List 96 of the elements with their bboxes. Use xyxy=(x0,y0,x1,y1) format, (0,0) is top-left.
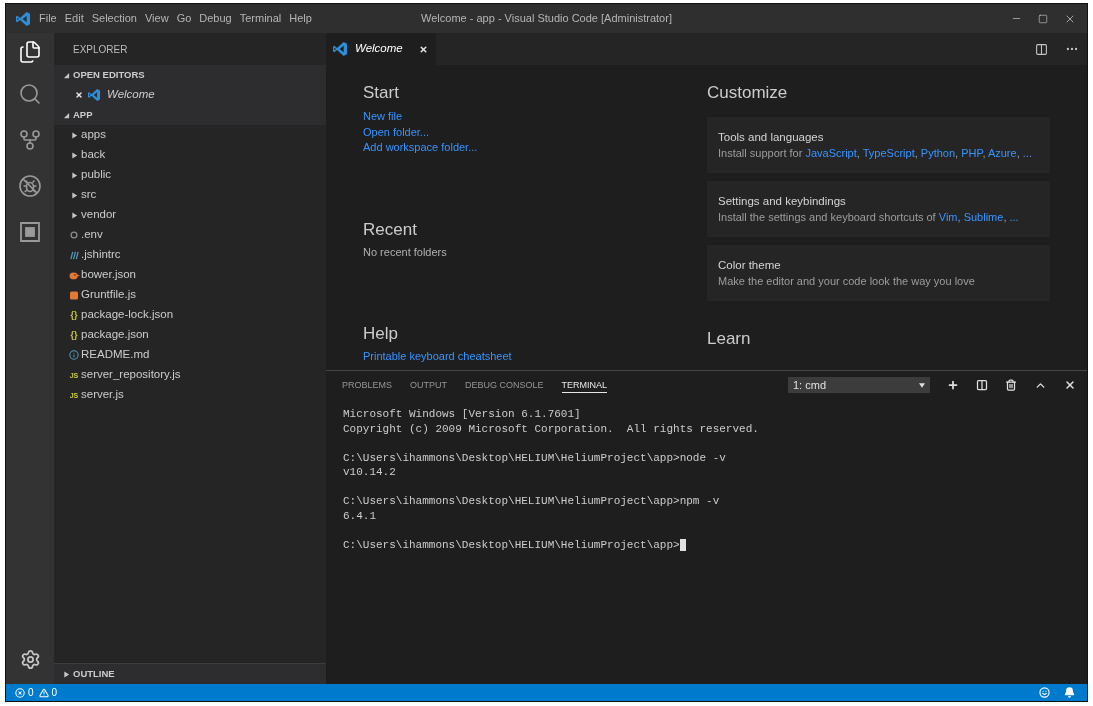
smiley-icon[interactable] xyxy=(1039,687,1050,698)
menu-item[interactable]: Terminal xyxy=(235,10,286,27)
close-icon[interactable] xyxy=(1064,379,1076,391)
tile-icon xyxy=(70,290,78,300)
terminal-line: Copyright (c) 2009 Microsoft Corporation. All rights reserved. xyxy=(343,421,759,436)
app-logo-icon xyxy=(16,11,30,26)
folder-item[interactable]: public xyxy=(54,165,326,185)
menu-item[interactable]: Go xyxy=(172,10,196,27)
bug-icon[interactable] xyxy=(18,174,42,198)
window-title: Welcome - app - Visual Studio Code [Administrator] xyxy=(421,11,672,27)
tree-item[interactable]: {} package.json xyxy=(54,325,326,345)
warning-icon[interactable] xyxy=(38,687,49,698)
caret-down-icon xyxy=(919,382,925,388)
panel-tab[interactable]: DEBUG CONSOLE xyxy=(465,377,544,393)
close-icon[interactable] xyxy=(75,91,83,99)
link[interactable]: Open folder... xyxy=(363,124,430,140)
files-icon[interactable] xyxy=(18,40,42,64)
plus-icon[interactable] xyxy=(947,379,959,391)
section-heading: Learn xyxy=(707,328,751,350)
folder-item[interactable]: apps xyxy=(54,125,326,145)
section-heading: Recent xyxy=(363,218,417,241)
link[interactable]: TypeScript xyxy=(862,147,915,159)
menu-item[interactable]: Debug xyxy=(195,10,236,27)
customize-card[interactable]: Color theme Make the editor and your code look the way you love xyxy=(707,245,1050,301)
nested-square-icon[interactable] xyxy=(18,220,42,244)
card-title: Tools and languages xyxy=(718,130,825,145)
maximize-icon[interactable] xyxy=(1038,13,1048,24)
card-description: Make the editor and your code look the way you love xyxy=(718,274,976,289)
tree-item[interactable]: {} package-lock.json xyxy=(54,305,326,325)
tree-item[interactable]: Gruntfile.js xyxy=(54,285,326,305)
link[interactable]: JavaScript xyxy=(805,147,857,159)
menu-item[interactable]: Help xyxy=(285,10,316,27)
folder-item[interactable]: src xyxy=(54,185,326,205)
error-icon[interactable] xyxy=(15,687,25,698)
section-header[interactable]: OUTLINE xyxy=(54,664,326,684)
empty-message: No recent folders xyxy=(363,244,447,260)
section-heading: Start xyxy=(363,82,399,104)
split-terminal-icon[interactable] xyxy=(976,379,988,391)
app-logo-icon xyxy=(333,42,347,56)
ring-icon xyxy=(70,231,78,239)
app-logo-icon xyxy=(88,89,100,101)
tree-item[interactable]: .env xyxy=(54,225,326,245)
section-heading: Help xyxy=(363,323,398,345)
terminal-line: C:\Users\ihammons\Desktop\HELIUM\HeliumProject\app> xyxy=(343,537,680,552)
bird-icon xyxy=(68,270,80,280)
menu-item[interactable]: Edit xyxy=(60,10,88,27)
braces-icon: {} xyxy=(70,310,78,320)
link[interactable]: Add workspace folder... xyxy=(363,140,478,156)
section-header[interactable]: APP xyxy=(54,105,326,125)
link[interactable]: ... xyxy=(1022,147,1032,159)
terminal-line: Microsoft Windows [Version 6.1.7601] xyxy=(343,407,581,422)
section-header[interactable]: OPEN EDITORS xyxy=(54,65,326,85)
link[interactable]: Printable keyboard cheatsheet xyxy=(363,349,512,365)
open-editor-item[interactable]: Welcome xyxy=(54,85,326,105)
slashes-icon xyxy=(69,250,79,260)
folder-item[interactable]: back xyxy=(54,145,326,165)
tree-item[interactable]: bower.json xyxy=(54,265,326,285)
braces-icon: {} xyxy=(70,330,78,340)
warning-count[interactable]: 0 xyxy=(51,685,58,700)
panel-tab[interactable]: PROBLEMS xyxy=(342,377,392,393)
terminal-line: 6.4.1 xyxy=(343,508,376,523)
close-icon[interactable] xyxy=(418,44,428,54)
search-icon[interactable] xyxy=(18,82,42,106)
link[interactable]: PHP xyxy=(961,147,983,159)
panel-tab[interactable]: OUTPUT xyxy=(410,377,447,393)
terminal-line: C:\Users\ihammons\Desktop\HELIUM\HeliumProject\app>node -v xyxy=(343,450,726,465)
editor-tab[interactable]: Welcome xyxy=(326,33,436,65)
terminal-select[interactable]: 1: cmd xyxy=(788,377,930,393)
info-icon xyxy=(69,350,79,360)
branch-icon[interactable] xyxy=(18,128,42,152)
link[interactable]: Vim xyxy=(938,211,958,223)
link[interactable]: Azure xyxy=(987,147,1017,159)
error-count[interactable]: 0 xyxy=(28,685,34,700)
sidebar-title: EXPLORER xyxy=(73,42,128,57)
folder-item[interactable]: vendor xyxy=(54,205,326,225)
card-title: Color theme xyxy=(718,258,782,273)
split-editor-icon[interactable] xyxy=(1035,42,1048,56)
customize-card[interactable]: Tools and languages Install support for JavaScript, TypeScript, Python, PHP, Azure, ... xyxy=(707,117,1050,173)
trash-icon[interactable] xyxy=(1005,379,1017,391)
tree-item[interactable]: .jshintrc xyxy=(54,245,326,265)
menu-item[interactable]: File xyxy=(35,10,61,27)
menu-item[interactable]: View xyxy=(140,10,173,27)
card-description: Install support for JavaScript, TypeScript, Python, PHP, Azure, ... xyxy=(718,146,1033,161)
card-description: Install the settings and keyboard shortcuts of Vim, Sublime, ... xyxy=(718,210,1020,225)
terminal-line: C:\Users\ihammons\Desktop\HELIUM\HeliumProject\app>npm -v xyxy=(343,494,720,509)
card-title: Settings and keybindings xyxy=(718,194,847,209)
customize-card[interactable]: Settings and keybindings Install the settings and keyboard shortcuts of Vim, Sublime, ... xyxy=(707,181,1050,237)
section-heading: Customize xyxy=(707,82,788,104)
tree-item[interactable]: README.md xyxy=(54,345,326,365)
link[interactable]: ... xyxy=(1009,211,1019,223)
menu-item[interactable]: Selection xyxy=(87,10,141,27)
panel-tab[interactable]: TERMINAL xyxy=(561,377,608,393)
bell-icon[interactable] xyxy=(1064,687,1075,698)
terminal-line: v10.14.2 xyxy=(343,465,396,480)
link[interactable]: New file xyxy=(363,109,403,125)
settings-icon[interactable] xyxy=(19,649,41,670)
